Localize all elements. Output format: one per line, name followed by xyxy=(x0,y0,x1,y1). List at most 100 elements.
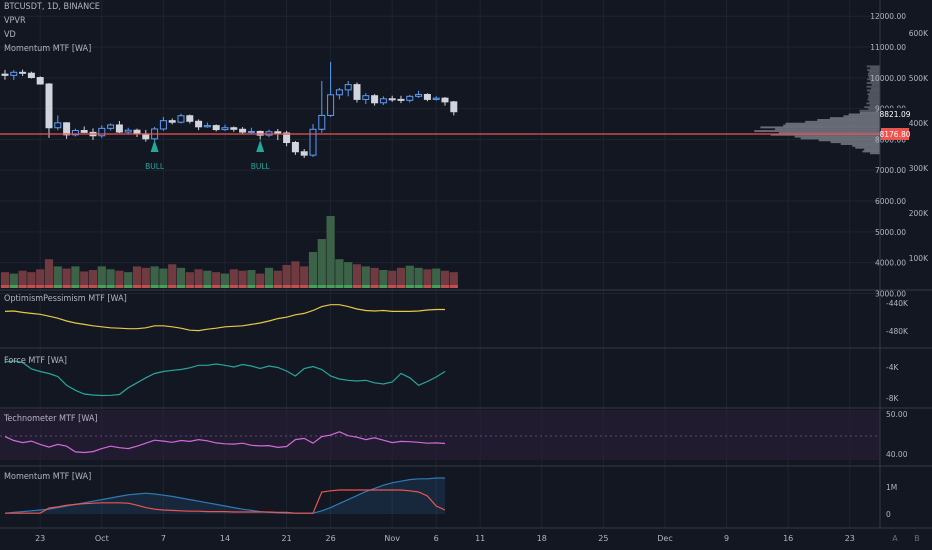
x-tick-label: 11 xyxy=(475,534,485,543)
candle xyxy=(63,122,71,139)
volume-bar xyxy=(141,267,150,288)
candle-body xyxy=(63,122,71,136)
volume-bar xyxy=(44,259,54,288)
candle xyxy=(168,118,176,125)
volume-bar xyxy=(308,252,318,288)
bull-signal-label: BULL xyxy=(145,162,165,171)
pane-force-title[interactable]: Force MTF [WA] xyxy=(4,356,67,366)
candle-body xyxy=(10,71,18,76)
candle-body xyxy=(239,128,247,133)
profile-bin xyxy=(805,120,880,123)
optimism-tick: -440K xyxy=(886,299,909,308)
candles xyxy=(1,61,458,158)
volume-delta-bar xyxy=(238,285,247,288)
volume-delta-bar xyxy=(203,285,212,288)
volume-delta-bar xyxy=(194,285,203,288)
profile-bin xyxy=(785,122,880,125)
volume-bar xyxy=(97,266,106,288)
profile-bin xyxy=(855,146,880,149)
candle xyxy=(441,96,449,106)
pane-optimism-title[interactable]: OptimismPessimism MTF [WA] xyxy=(4,294,127,304)
volume-delta-bar xyxy=(106,285,115,288)
candle-body xyxy=(54,122,62,129)
volume-delta-bar xyxy=(229,285,238,288)
volume-delta-bar xyxy=(212,285,221,288)
volume-delta-bar xyxy=(379,285,388,288)
volume-delta-bar xyxy=(159,285,168,288)
volume-bar xyxy=(370,267,379,288)
indicator-momentum-main[interactable]: Momentum MTF [WA] xyxy=(4,44,91,54)
volume-bar xyxy=(53,266,62,288)
candle-body xyxy=(379,98,387,104)
technometer-band xyxy=(0,410,880,460)
volume-delta-bar xyxy=(388,285,397,288)
candle-body xyxy=(371,95,379,104)
candle-body xyxy=(415,93,423,97)
candle-body xyxy=(80,130,88,133)
volume-delta-bar xyxy=(185,285,194,288)
candle xyxy=(203,122,211,128)
volume-delta-bar xyxy=(317,285,326,288)
profile-bin xyxy=(783,124,880,127)
candle-body xyxy=(406,95,414,101)
candle xyxy=(327,61,335,117)
candle xyxy=(133,128,141,137)
profile-bin xyxy=(754,130,880,133)
volume-delta-bar xyxy=(150,285,159,288)
profile-bin xyxy=(843,115,880,118)
profile-bin xyxy=(794,135,880,138)
volume-bar xyxy=(300,266,309,288)
indicator-vpvr[interactable]: VPVR xyxy=(4,16,26,26)
pane-techno-title[interactable]: Technometer MTF [WA] xyxy=(4,414,98,424)
candle-body xyxy=(27,72,35,79)
candle-body xyxy=(186,115,194,122)
candle xyxy=(256,130,264,140)
volume-bar xyxy=(414,267,423,288)
volume-delta-bar xyxy=(176,285,186,288)
candle-body xyxy=(98,127,106,137)
volume-delta-bar xyxy=(132,285,142,288)
candle-body xyxy=(115,124,123,133)
profile-bin xyxy=(869,91,880,94)
symbol-title[interactable]: BTCUSDT, 1D, BINANCE xyxy=(4,2,100,12)
x-tick-label: Dec xyxy=(657,534,672,543)
volume-tick-label: 600K xyxy=(909,29,929,38)
volume-tick-label: 300K xyxy=(909,164,929,173)
candle-body xyxy=(274,131,282,134)
volume-delta-bar xyxy=(0,285,10,288)
volume-bar xyxy=(344,262,353,288)
volume-bar xyxy=(405,265,414,288)
candle-body xyxy=(353,84,361,100)
candle xyxy=(388,95,396,102)
volume-bar xyxy=(352,264,362,288)
volume-delta-bar xyxy=(88,285,98,288)
candle xyxy=(115,120,123,133)
profile-bin xyxy=(775,128,880,131)
x-tick-label: Oct xyxy=(95,534,109,543)
volume-bar xyxy=(396,267,406,288)
candle xyxy=(335,88,343,100)
volume-delta-bar xyxy=(352,285,362,288)
candle-body xyxy=(335,89,343,96)
profile-bin xyxy=(866,85,880,88)
candle-body xyxy=(344,84,352,91)
technometer-tick: 50.00 xyxy=(886,410,908,419)
volume-delta-bar xyxy=(291,285,300,288)
volume-delta-bar xyxy=(300,285,309,288)
candle xyxy=(283,130,291,147)
x-tick-label: 6 xyxy=(434,534,439,543)
price-tick-label: 11000.00 xyxy=(870,43,906,52)
volume-delta-bar xyxy=(168,285,177,288)
candle-body xyxy=(221,127,229,131)
volume-bar xyxy=(264,267,274,288)
hline-price-label: 8176.80 xyxy=(879,130,910,139)
candle-body xyxy=(318,114,326,130)
chart-canvas[interactable]: BULL BULL 23 Oct 7 14 21 26 Nov 6 11 18 25 Dec 9 16 23 A… xyxy=(0,0,932,550)
volume-delta-bar xyxy=(36,285,45,288)
volume-delta-bar xyxy=(44,285,54,288)
indicator-vd[interactable]: VD xyxy=(4,30,16,40)
candle-body xyxy=(423,93,431,100)
pane-momentum-title[interactable]: Momentum MTF [WA] xyxy=(4,472,91,482)
scale-button-label: B xyxy=(914,534,920,543)
volume-delta-bar xyxy=(273,285,282,288)
